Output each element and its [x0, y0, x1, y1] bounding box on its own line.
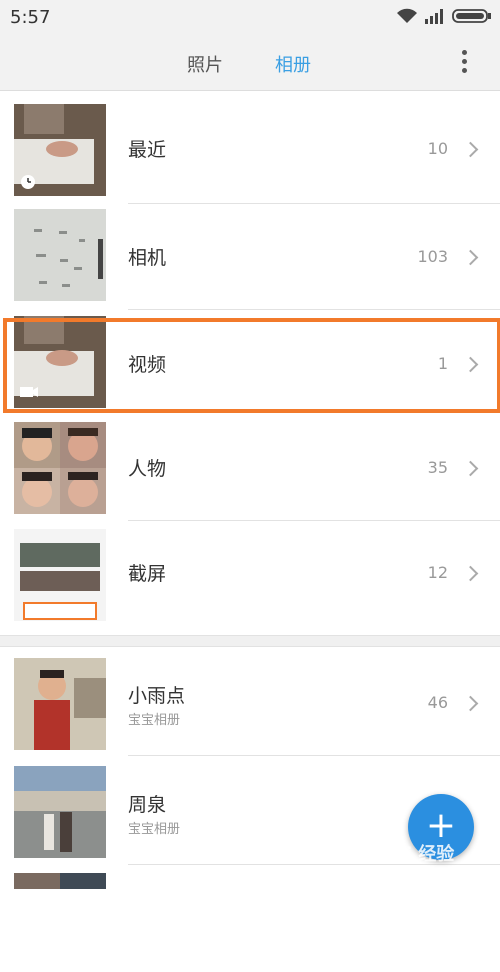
album-thumbnail [14, 529, 106, 621]
tab-photos[interactable]: 照片 [187, 51, 223, 77]
album-title: 最近 [128, 139, 167, 161]
album-count: 12 [427, 563, 448, 582]
album-thumbnail [14, 104, 106, 196]
album-thumbnail [14, 873, 106, 889]
album-row-recent[interactable]: 最近 10 [0, 91, 500, 204]
album-row-camera[interactable]: 相机 103 [0, 204, 500, 310]
album-thumbnail [14, 209, 106, 301]
chevron-right-icon [462, 565, 479, 582]
status-icons [396, 8, 492, 24]
signal-icon [425, 9, 443, 24]
album-title: 相机 [128, 247, 167, 269]
battery-icon [452, 9, 491, 23]
album-count: 35 [427, 458, 448, 477]
album-row-people[interactable]: 人物 35 [0, 416, 500, 522]
top-bar: 照片 相册 [0, 36, 500, 91]
album-subtitle: 宝宝相册 [128, 822, 181, 837]
album-thumbnail [14, 422, 106, 514]
chevron-right-icon [462, 141, 479, 158]
status-bar: 5:57 [0, 0, 500, 36]
album-row-baby-1[interactable]: 小雨点 宝宝相册 46 [0, 647, 500, 756]
album-title: 周泉 [128, 794, 167, 816]
album-row-baby-3[interactable] [0, 866, 500, 972]
chevron-right-icon [462, 249, 479, 266]
album-title: 截屏 [128, 563, 167, 585]
watermark: Bai 经验 [380, 844, 455, 865]
wifi-icon [397, 8, 417, 23]
album-count: 103 [417, 247, 448, 266]
album-thumbnail [14, 658, 106, 750]
more-options-icon[interactable] [462, 50, 468, 77]
tab-albums[interactable]: 相册 [275, 51, 311, 77]
album-row-screenshots[interactable]: 截屏 12 [0, 521, 500, 627]
highlight-box [3, 318, 500, 413]
album-count: 46 [427, 693, 448, 712]
album-title: 人物 [128, 458, 167, 480]
chevron-right-icon [462, 460, 479, 477]
chevron-right-icon [462, 695, 479, 712]
album-subtitle: 宝宝相册 [128, 713, 181, 728]
album-count: 10 [427, 139, 448, 158]
section-divider [0, 635, 500, 647]
album-thumbnail [14, 766, 106, 858]
album-title: 小雨点 [128, 685, 186, 707]
status-time: 5:57 [10, 7, 51, 28]
